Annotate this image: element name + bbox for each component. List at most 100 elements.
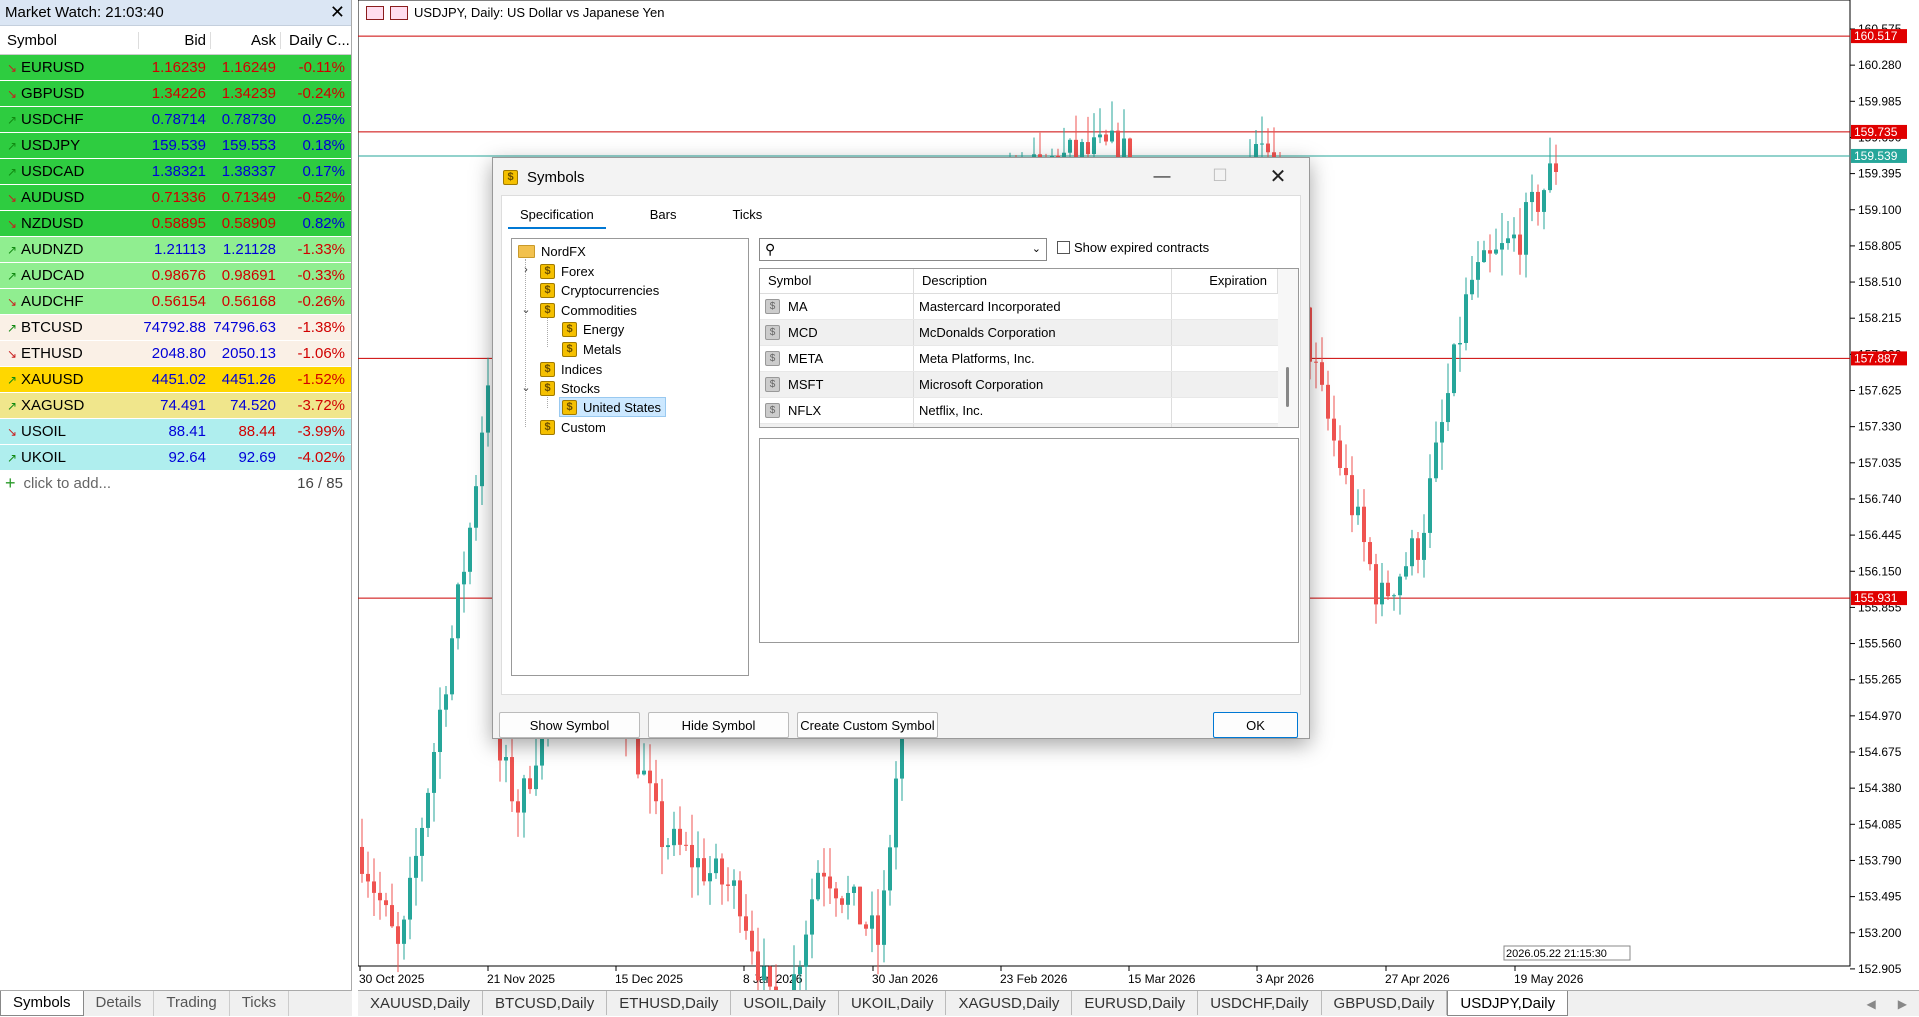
candle-body <box>1068 139 1072 153</box>
chevron-down-icon[interactable]: ⌄ <box>1032 242 1041 255</box>
tab-symbols[interactable]: Symbols <box>0 991 84 1016</box>
tree-item-commodities[interactable]: $ Commodities <box>540 300 637 320</box>
candle-body <box>1434 442 1438 479</box>
chart-tab[interactable]: EURUSD,Daily <box>1072 991 1199 1015</box>
column-header-bid[interactable]: Bid <box>138 31 210 49</box>
chevron-down-icon[interactable]: ⌄ <box>520 303 532 316</box>
tree-item-custom[interactable]: $ Custom <box>540 417 606 437</box>
chevron-right-icon[interactable]: › <box>520 264 532 276</box>
tree-label: Stocks <box>561 380 601 396</box>
arrow-up-icon: ↗ <box>7 138 18 153</box>
tree-item-energy[interactable]: $ Energy <box>562 319 624 339</box>
tree-item-forex[interactable]: $ Forex <box>540 261 594 281</box>
chart-tab[interactable]: BTCUSD,Daily <box>483 991 608 1015</box>
minimize-button[interactable]: — <box>1133 158 1191 194</box>
ok-button[interactable]: OK <box>1213 712 1298 738</box>
market-watch-row[interactable]: ↘ EURUSD 1.16239 1.16249 -0.11% <box>0 55 351 81</box>
market-watch-row[interactable]: ↘ AUDUSD 0.71336 0.71349 -0.52% <box>0 185 351 211</box>
row-change: 0.17% <box>302 163 345 180</box>
indicator-icon[interactable] <box>390 5 408 20</box>
scroll-right-icon[interactable]: ▶ <box>1898 997 1907 1011</box>
market-watch-row[interactable]: ↗ USDCHF 0.78714 0.78730 0.25% <box>0 107 351 133</box>
tree-item-stocks[interactable]: $ Stocks <box>540 378 600 398</box>
create-custom-symbol-button[interactable]: Create Custom Symbol <box>797 712 938 738</box>
market-watch-row[interactable]: ↗ UKOIL 92.64 92.69 -4.02% <box>0 445 351 471</box>
y-tick-label: 155.265 <box>1858 673 1902 687</box>
chart-tab[interactable]: USOIL,Daily <box>731 991 839 1015</box>
show-symbol-button[interactable]: Show Symbol <box>499 712 640 738</box>
grid-row[interactable]: $ MA Mastercard Incorporated <box>760 294 1298 320</box>
column-header-symbol[interactable]: Symbol <box>0 32 138 49</box>
candle-body <box>360 846 364 874</box>
scrollbar[interactable] <box>1278 269 1298 427</box>
chart-tab[interactable]: ETHUSD,Daily <box>607 991 732 1015</box>
search-input[interactable] <box>782 241 1046 258</box>
row-symbol: ↘ NZDUSD <box>0 215 138 232</box>
chart-tab[interactable]: XAGUSD,Daily <box>946 991 1073 1015</box>
market-watch-row[interactable]: ↘ USOIL 88.41 88.44 -3.99% <box>0 419 351 445</box>
symbol-code: NFLX <box>788 403 822 418</box>
market-watch-row[interactable]: ↗ USDJPY 159.539 159.553 0.18% <box>0 133 351 159</box>
close-icon[interactable]: ✕ <box>330 2 345 22</box>
grid-row[interactable]: $ META Meta Platforms, Inc. <box>760 346 1298 372</box>
symbol-search[interactable]: ⚲ ⌄ <box>759 238 1047 261</box>
market-watch-row[interactable]: ↗ XAUUSD 4451.02 4451.26 -1.52% <box>0 367 351 393</box>
tree-item-cryptocurrencies[interactable]: $ Cryptocurrencies <box>540 280 659 300</box>
tree-item-metals[interactable]: $ Metals <box>562 339 621 359</box>
row-symbol: ↘ USOIL <box>0 423 138 440</box>
grid-cell-description: McDonalds Corporation <box>914 320 1172 345</box>
chart-tab[interactable]: XAUUSD,Daily <box>358 991 484 1015</box>
market-watch-row[interactable]: ↗ BTCUSD 74792.88 74796.63 -1.38% <box>0 315 351 341</box>
grid-header-expiration[interactable]: Expiration <box>1172 269 1278 293</box>
chart-tab[interactable]: USDJPY,Daily <box>1447 991 1569 1016</box>
tab-details[interactable]: Details <box>84 991 155 1016</box>
chart-menu-icon[interactable] <box>366 5 384 20</box>
row-change: 0.25% <box>302 111 345 128</box>
symbol-tree: NordFX › $ Forex $ Cryptocurrencies ⌄ $ … <box>511 238 749 676</box>
tree-item-nordfx[interactable]: NordFX <box>518 241 586 261</box>
market-watch-row[interactable]: ↘ ETHUSD 2048.80 2050.13 -1.06% <box>0 341 351 367</box>
maximize-button[interactable]: ☐ <box>1191 158 1249 194</box>
candle-body <box>1452 344 1456 394</box>
market-watch-row[interactable]: ↗ AUDNZD 1.21113 1.21128 -1.33% <box>0 237 351 263</box>
hide-symbol-button[interactable]: Hide Symbol <box>648 712 789 738</box>
tab-ticks-dialog[interactable]: Ticks <box>720 205 774 227</box>
tab-trading[interactable]: Trading <box>154 991 230 1016</box>
row-bid: 4451.02 <box>151 371 206 388</box>
candle-body <box>750 930 754 952</box>
row-change: -0.24% <box>297 85 345 102</box>
market-watch-row[interactable]: ↘ AUDCHF 0.56154 0.56168 -0.26% <box>0 289 351 315</box>
market-watch-row[interactable]: ↗ USDCAD 1.38321 1.38337 0.17% <box>0 159 351 185</box>
tab-bars[interactable]: Bars <box>638 205 689 227</box>
tree-item-indices[interactable]: $ Indices <box>540 359 602 379</box>
grid-row[interactable]: $ MCD McDonalds Corporation <box>760 320 1298 346</box>
market-watch-row[interactable]: ↘ NZDUSD 0.58895 0.58909 0.82% <box>0 211 351 237</box>
chevron-down-icon[interactable]: ⌄ <box>520 381 532 394</box>
chart-tab[interactable]: UKOIL,Daily <box>839 991 947 1015</box>
grid-row[interactable]: $NVDANVIDIA Corporation <box>760 424 1298 427</box>
chart-tab[interactable]: USDCHF,Daily <box>1198 991 1322 1015</box>
grid-header-symbol[interactable]: Symbol <box>760 269 914 293</box>
tab-specification[interactable]: Specification <box>508 205 606 229</box>
market-watch-row[interactable]: ↗ XAGUSD 74.491 74.520 -3.72% <box>0 393 351 419</box>
tab-ticks[interactable]: Ticks <box>230 991 290 1016</box>
x-tick-label: 23 Feb 2026 <box>1000 972 1068 986</box>
grid-header-description[interactable]: Description <box>914 269 1172 293</box>
add-symbol-row[interactable]: + click to add... 16 / 85 <box>0 471 351 496</box>
show-expired-checkbox[interactable]: Show expired contracts <box>1057 240 1209 255</box>
chart-tab[interactable]: GBPUSD,Daily <box>1322 991 1448 1015</box>
scroll-left-icon[interactable]: ◀ <box>1867 997 1876 1011</box>
close-button[interactable]: ✕ <box>1249 158 1307 194</box>
column-header-daily-change[interactable]: Daily C... <box>280 31 350 49</box>
dollar-coin-icon: $ <box>540 419 555 435</box>
y-tick-label: 157.330 <box>1858 420 1902 434</box>
tree-item-united-states[interactable]: $ United States <box>559 397 667 417</box>
column-header-ask[interactable]: Ask <box>210 31 280 49</box>
grid-row[interactable]: $ NFLX Netflix, Inc. <box>760 398 1298 424</box>
market-watch-row[interactable]: ↘ GBPUSD 1.34226 1.34239 -0.24% <box>0 81 351 107</box>
checkbox[interactable] <box>1057 241 1070 254</box>
scrollbar-thumb[interactable] <box>1286 367 1289 407</box>
candle-body <box>1428 478 1432 533</box>
grid-row[interactable]: $ MSFT Microsoft Corporation <box>760 372 1298 398</box>
market-watch-row[interactable]: ↗ AUDCAD 0.98676 0.98691 -0.33% <box>0 263 351 289</box>
